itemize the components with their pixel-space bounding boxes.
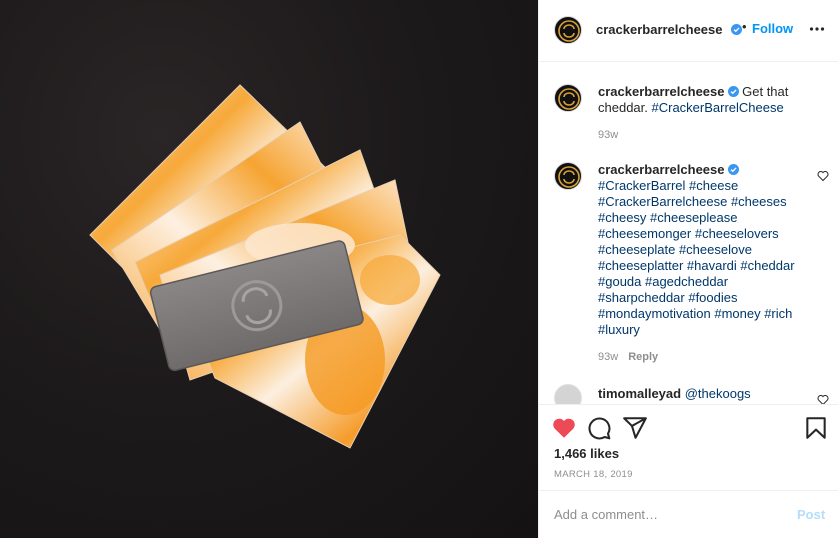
add-comment-bar: Post xyxy=(539,490,838,538)
verified-badge-icon xyxy=(727,164,739,175)
hashtag-line[interactable]: #sharpcheddar #foodies xyxy=(598,290,808,306)
brand-logo-icon xyxy=(558,88,580,110)
caption-timestamp[interactable]: 93w xyxy=(598,129,618,141)
comment-meta: 93w Reply xyxy=(598,351,658,363)
comment-text: timomalleyad @thekoogs xyxy=(598,386,808,402)
post-date[interactable]: MARCH 18, 2019 xyxy=(554,469,633,480)
reply-button[interactable]: Reply xyxy=(628,351,658,363)
caption-avatar[interactable] xyxy=(554,84,582,112)
post-header: crackerbarrelcheese • Follow xyxy=(539,0,838,62)
comment-avatar[interactable] xyxy=(554,162,582,190)
post-side-panel: crackerbarrelcheese • Follow crackerbarr… xyxy=(538,0,838,538)
post-button[interactable]: Post xyxy=(797,507,825,522)
verified-badge-icon xyxy=(728,22,742,37)
comment-username[interactable]: crackerbarrelcheese xyxy=(598,162,725,177)
caption-username[interactable]: crackerbarrelcheese xyxy=(598,84,725,99)
hashtag-line[interactable]: #CrackerBarrel #cheese xyxy=(598,178,808,194)
comment-like-heart-icon[interactable] xyxy=(817,394,829,404)
post-photo[interactable] xyxy=(0,0,538,538)
heart-filled-icon[interactable] xyxy=(551,415,577,441)
caption-text: crackerbarrelcheese Get that cheddar. #C… xyxy=(598,84,808,116)
verified-badge-icon xyxy=(727,86,739,97)
ellipsis-icon[interactable] xyxy=(809,21,825,37)
hashtag-line[interactable]: #cheeseplate #cheeselove xyxy=(598,242,808,258)
comment-like-heart-icon[interactable] xyxy=(817,170,829,182)
speech-bubble-icon[interactable] xyxy=(586,415,612,441)
brand-logo-icon xyxy=(558,166,580,188)
likes-count[interactable]: 1,466 likes xyxy=(554,446,619,461)
comment-input[interactable] xyxy=(554,503,784,525)
hashtag-line[interactable]: #mondaymotivation #money #rich xyxy=(598,306,808,322)
hashtag-line[interactable]: #cheesy #cheeseplease xyxy=(598,210,808,226)
caption-hashtag[interactable]: #CrackerBarrelCheese xyxy=(652,100,784,115)
comments-list[interactable]: crackerbarrelcheese Get that cheddar. #C… xyxy=(539,62,838,404)
hashtag-line[interactable]: #gouda #agedcheddar xyxy=(598,274,808,290)
paper-plane-icon[interactable] xyxy=(622,415,648,441)
brand-logo-icon xyxy=(558,20,580,42)
comment-username[interactable]: timomalleyad xyxy=(598,386,681,401)
comment-timestamp[interactable]: 93w xyxy=(598,351,618,363)
account-username[interactable]: crackerbarrelcheese xyxy=(596,22,723,37)
header-separator: • xyxy=(742,19,747,34)
cheese-photo-illustration xyxy=(89,84,441,449)
follow-button[interactable]: Follow xyxy=(752,21,793,36)
account-avatar[interactable] xyxy=(554,16,582,44)
hashtag-line[interactable]: #cheeseplatter #havardi #cheddar xyxy=(598,258,808,274)
hashtag-line[interactable]: #cheesemonger #cheeselovers xyxy=(598,226,808,242)
comment-text: crackerbarrelcheese #CrackerBarrel #chee… xyxy=(598,162,808,338)
post-actions: 1,466 likes MARCH 18, 2019 xyxy=(539,404,838,490)
hashtag-line[interactable]: #CrackerBarrelcheese #cheeses xyxy=(598,194,808,210)
bookmark-icon[interactable] xyxy=(803,415,829,441)
instagram-post-view: crackerbarrelcheese • Follow crackerbarr… xyxy=(0,0,838,538)
mention-link[interactable]: @thekoogs xyxy=(685,386,751,401)
hashtag-line[interactable]: #luxury xyxy=(598,322,808,338)
user-avatar[interactable] xyxy=(554,384,582,404)
